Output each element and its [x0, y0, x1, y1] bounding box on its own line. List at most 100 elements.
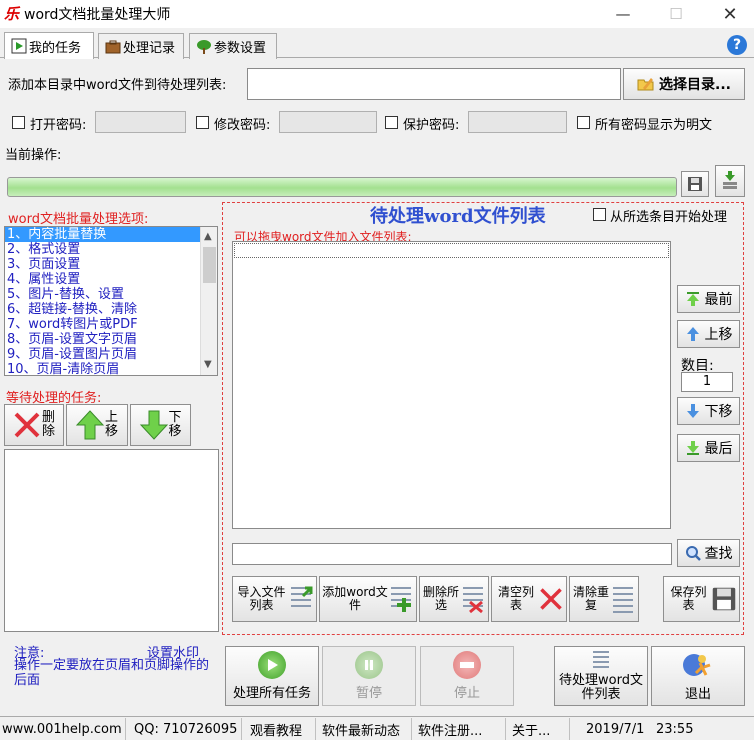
- move-task-down-button[interactable]: 下移: [130, 404, 191, 446]
- remove-duplicates-button[interactable]: 清除重复: [569, 576, 639, 622]
- document-list-icon: [593, 651, 609, 668]
- import-list-button[interactable]: 导入文件列表: [232, 576, 317, 622]
- export-log-button[interactable]: [715, 165, 745, 197]
- floppy-icon: [711, 582, 737, 616]
- pending-task-list[interactable]: [4, 449, 219, 632]
- status-website[interactable]: www.001help.com: [0, 718, 126, 740]
- help-icon[interactable]: ?: [727, 35, 747, 55]
- status-news[interactable]: 软件最新动态: [318, 718, 412, 740]
- search-button[interactable]: 查找: [677, 539, 740, 567]
- save-list-button[interactable]: 保存列表: [663, 576, 740, 622]
- arrow-up-icon: [686, 327, 699, 341]
- pending-list-button[interactable]: 待处理word文件列表: [554, 646, 648, 706]
- tab-label: 处理记录: [123, 41, 176, 56]
- clear-list-button[interactable]: 清空列表: [491, 576, 567, 622]
- open-password-input: [95, 111, 186, 133]
- tab-records[interactable]: 处理记录: [98, 33, 184, 59]
- move-task-up-button[interactable]: 上移: [66, 404, 128, 446]
- list-icon: [610, 582, 636, 616]
- process-all-button[interactable]: 处理所有任务: [225, 646, 319, 706]
- choose-dir-button[interactable]: 选择目录...: [623, 68, 745, 100]
- close-button[interactable]: ✕: [707, 0, 753, 28]
- maximize-button: ☐: [653, 0, 699, 28]
- delete-task-button[interactable]: 删除: [4, 404, 64, 446]
- pause-button: 暂停: [322, 646, 416, 706]
- maximize-icon: ☐: [669, 5, 683, 23]
- arrow-down-icon: [139, 410, 168, 440]
- option-item[interactable]: 8、页眉-设置文字页眉: [5, 332, 217, 347]
- tab-label: 参数设置: [214, 41, 267, 56]
- tree-icon: [197, 39, 211, 54]
- minimize-button[interactable]: —: [600, 0, 646, 28]
- status-date: 2019/7/1: [586, 721, 645, 737]
- floppy-icon: [688, 177, 702, 191]
- move-top-button[interactable]: 最前: [677, 285, 740, 313]
- show-plain-label: 所有密码显示为明文: [595, 118, 713, 133]
- tab-label: 我的任务: [29, 40, 82, 56]
- list-focus-row: [234, 243, 669, 258]
- scroll-thumb[interactable]: [203, 247, 216, 283]
- tab-my-tasks[interactable]: 我的任务: [4, 32, 94, 59]
- search-input[interactable]: [232, 543, 672, 565]
- x-icon: [538, 582, 564, 616]
- file-list-title: 待处理word文件列表: [370, 206, 546, 227]
- tab-settings[interactable]: 参数设置: [189, 33, 277, 59]
- scroll-down-icon[interactable]: ▼: [204, 359, 212, 370]
- modify-password-label: 修改密码:: [214, 118, 271, 133]
- arrow-top-icon: [686, 292, 699, 306]
- move-up-button[interactable]: 上移: [677, 320, 740, 348]
- scroll-up-icon[interactable]: ▲: [204, 231, 212, 242]
- option-item[interactable]: 5、图片-替换、设置: [5, 287, 217, 302]
- search-icon: [685, 546, 701, 561]
- move-down-button[interactable]: 下移: [677, 397, 740, 425]
- options-scrollbar[interactable]: ▲ ▼: [200, 227, 217, 375]
- open-password-checkbox[interactable]: [12, 116, 25, 129]
- option-item[interactable]: 3、页面设置: [5, 257, 217, 272]
- directory-input[interactable]: [247, 68, 621, 100]
- move-bottom-button[interactable]: 最后: [677, 434, 740, 462]
- delete-selected-button[interactable]: 删除所选: [419, 576, 489, 622]
- option-item[interactable]: 1、内容批量替换: [5, 227, 217, 242]
- protect-password-checkbox[interactable]: [385, 116, 398, 129]
- options-list[interactable]: 1、内容批量替换 2、格式设置 3、页面设置 4、属性设置 5、图片-替换、设置…: [4, 226, 218, 376]
- file-list[interactable]: [232, 241, 671, 529]
- status-about[interactable]: 关于...: [508, 718, 570, 740]
- exit-button[interactable]: 退出: [651, 646, 745, 706]
- current-op-label: 当前操作:: [5, 148, 62, 163]
- window-title: word文档批量处理大师: [24, 7, 171, 23]
- stop-icon: [453, 651, 481, 679]
- play-icon: [11, 38, 27, 54]
- option-item[interactable]: 4、属性设置: [5, 272, 217, 287]
- add-word-button[interactable]: 添加word文件: [319, 576, 417, 622]
- add-icon: [388, 582, 414, 616]
- save-log-button[interactable]: [681, 171, 709, 197]
- minimize-icon: —: [615, 5, 631, 23]
- status-qq: QQ: 710726095: [130, 718, 242, 740]
- folder-pencil-icon: [637, 78, 654, 91]
- open-password-label: 打开密码:: [30, 118, 87, 133]
- play-icon: [258, 651, 286, 679]
- stack-arrow-icon: [723, 171, 737, 189]
- arrow-down-icon: [686, 404, 699, 418]
- app-logo: 乐: [4, 5, 20, 23]
- count-input[interactable]: 1: [681, 372, 733, 392]
- modify-password-checkbox[interactable]: [196, 116, 209, 129]
- option-item[interactable]: 6、超链接-替换、清除: [5, 302, 217, 317]
- status-time: 23:55: [656, 721, 694, 737]
- exit-icon: [683, 653, 711, 676]
- progress-bar: [7, 177, 677, 197]
- status-tutorial[interactable]: 观看教程: [246, 718, 316, 740]
- option-item[interactable]: 9、页眉-设置图片页眉: [5, 347, 217, 362]
- delete-icon: [460, 582, 486, 616]
- show-plain-checkbox[interactable]: [577, 116, 590, 129]
- add-dir-label: 添加本目录中word文件到待处理列表:: [8, 78, 227, 93]
- option-item[interactable]: 2、格式设置: [5, 242, 217, 257]
- option-item[interactable]: 10、页眉-清除页眉: [5, 362, 217, 375]
- protect-password-label: 保护密码:: [403, 118, 460, 133]
- x-icon: [14, 412, 40, 438]
- from-selected-checkbox[interactable]: [593, 208, 606, 221]
- options-title: word文档批量处理选项:: [8, 212, 149, 227]
- status-register[interactable]: 软件注册...: [414, 718, 506, 740]
- import-icon: [288, 582, 314, 616]
- option-item[interactable]: 7、word转图片或PDF: [5, 317, 217, 332]
